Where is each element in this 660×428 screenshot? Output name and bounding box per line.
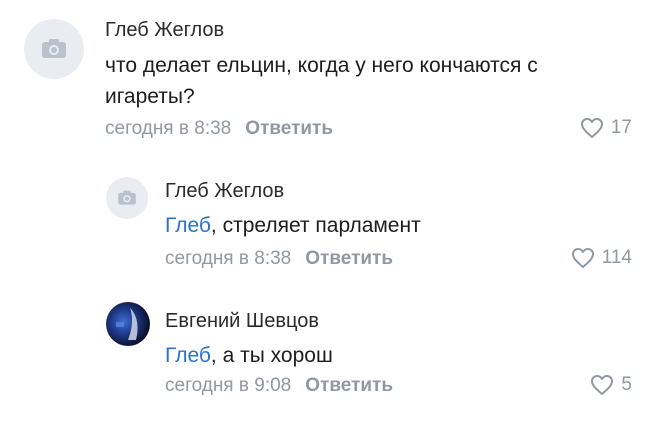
like-count: 114	[601, 247, 632, 268]
avatar[interactable]	[106, 177, 148, 219]
avatar[interactable]	[24, 19, 84, 79]
comment-date: сегодня в 8:38	[165, 248, 292, 269]
heart-icon	[580, 118, 603, 138]
comment-meta: сегодня в 9:08 Ответить	[165, 375, 393, 397]
comment-date: сегодня в 9:08	[165, 375, 292, 396]
like-count: 17	[610, 117, 632, 138]
user-photo	[116, 308, 138, 340]
heart-icon	[571, 248, 594, 268]
comment-text-line: что делает ельцин, когда у него кончаютс…	[105, 54, 538, 77]
comment-text-body: , стреляет парламент	[210, 214, 421, 237]
reply-button[interactable]: Ответить	[305, 248, 393, 270]
comment-author[interactable]: Глеб Жеглов	[165, 180, 284, 203]
mention-link[interactable]: Глеб	[165, 214, 211, 237]
like-count: 5	[621, 374, 632, 395]
avatar[interactable]	[106, 302, 150, 346]
comment-date: сегодня в 8:38	[105, 118, 232, 139]
reply-button[interactable]: Ответить	[305, 375, 393, 397]
comment-author[interactable]: Евгений Шевцов	[165, 310, 319, 333]
camera-icon	[42, 39, 66, 58]
comment-text: Глеб, а ты хорош	[165, 340, 635, 371]
comment-text-line: игареты?	[105, 85, 195, 108]
comment-meta: сегодня в 8:38 Ответить	[105, 118, 333, 140]
like-button[interactable]: 17	[580, 117, 632, 139]
comment-text: Глеб, стреляет парламент	[165, 210, 635, 241]
like-button[interactable]: 114	[571, 247, 632, 269]
camera-icon	[118, 190, 136, 205]
like-button[interactable]: 5	[590, 374, 632, 396]
comment-text-body: , а ты хорош	[210, 344, 333, 367]
comment-author[interactable]: Глеб Жеглов	[105, 19, 224, 42]
mention-link[interactable]: Глеб	[165, 344, 211, 367]
comment-meta: сегодня в 8:38 Ответить	[165, 248, 393, 270]
comment-text: что делает ельцин, когда у него кончаютс…	[105, 50, 645, 112]
heart-icon	[591, 375, 614, 395]
reply-button[interactable]: Ответить	[245, 118, 333, 140]
